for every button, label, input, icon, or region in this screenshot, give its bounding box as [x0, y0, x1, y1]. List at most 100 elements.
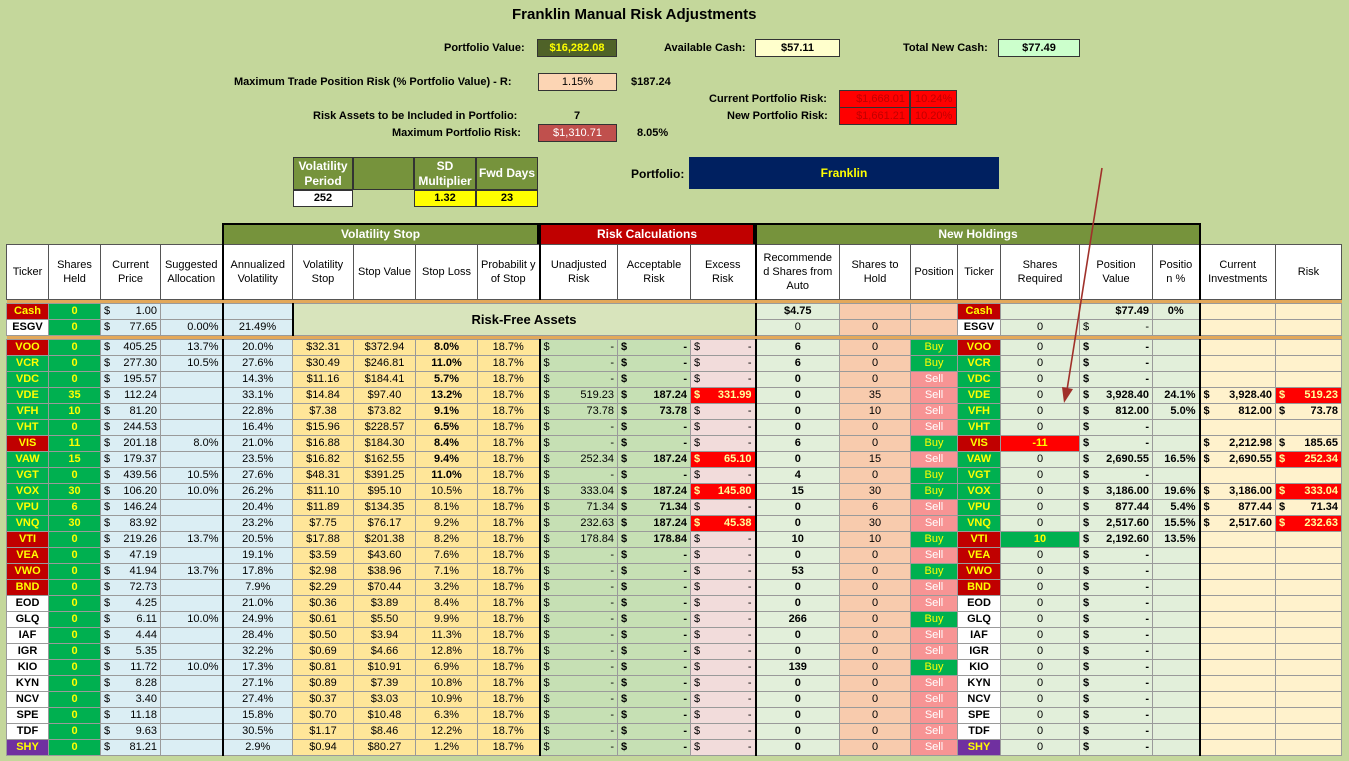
position-cell[interactable] — [910, 303, 958, 320]
allocation-cell[interactable] — [160, 403, 223, 420]
ticker-cell[interactable]: KIO — [6, 659, 49, 676]
price-cell[interactable]: $11.72 — [100, 659, 161, 676]
shares-to-hold-cell[interactable]: 0 — [839, 659, 911, 676]
table-row[interactable]: TDF 0 $9.63 30.5% $1.17 $8.46 12.2% 18.7% $ - $ - $ -… — [6, 723, 1342, 740]
allocation-cell[interactable] — [160, 419, 223, 436]
ticker-cell[interactable]: TDF — [6, 723, 49, 740]
shares-required-cell[interactable]: 0 — [1000, 707, 1080, 724]
shares-to-hold-cell[interactable]: 0 — [839, 371, 911, 388]
shares-to-hold-cell[interactable]: 0 — [839, 339, 911, 356]
ticker-cell[interactable]: VAW — [6, 451, 49, 468]
allocation-cell[interactable]: 10.5% — [160, 355, 223, 372]
allocation-cell[interactable] — [160, 707, 223, 724]
position-cell[interactable]: Buy — [910, 563, 958, 580]
shares-held-cell[interactable]: 0 — [48, 547, 101, 564]
position-cell[interactable]: Buy — [910, 483, 958, 500]
ticker-cell[interactable]: IAF — [6, 627, 49, 644]
shares-to-hold-cell[interactable]: 30 — [839, 483, 911, 500]
table-row[interactable]: IGR 0 $5.35 32.2% $0.69 $4.66 12.8% 18.7% $ - $ - $ -… — [6, 643, 1342, 660]
allocation-cell[interactable]: 8.0% — [160, 435, 223, 452]
shares-to-hold-cell[interactable]: 0 — [839, 419, 911, 436]
allocation-cell[interactable]: 13.7% — [160, 531, 223, 548]
price-cell[interactable]: $277.30 — [100, 355, 161, 372]
price-cell[interactable]: $47.19 — [100, 547, 161, 564]
shares-held-cell[interactable]: 0 — [48, 303, 101, 320]
allocation-cell[interactable] — [160, 739, 223, 756]
shares-to-hold-cell[interactable]: 0 — [839, 643, 911, 660]
position-cell[interactable]: Sell — [910, 643, 958, 660]
allocation-cell[interactable] — [160, 643, 223, 660]
col-shares-held[interactable]: Shares Held — [48, 244, 101, 300]
shares-held-cell[interactable]: 0 — [48, 339, 101, 356]
position-cell[interactable]: Sell — [910, 499, 958, 516]
sd-multiplier-field[interactable]: 1.32 — [414, 190, 476, 207]
shares-required-cell[interactable]: 0 — [1000, 595, 1080, 612]
price-cell[interactable]: $405.25 — [100, 339, 161, 356]
position-cell[interactable]: Buy — [910, 339, 958, 356]
allocation-cell[interactable] — [160, 579, 223, 596]
shares-held-cell[interactable]: 0 — [48, 531, 101, 548]
shares-held-cell[interactable]: 0 — [48, 611, 101, 628]
price-cell[interactable]: $3.40 — [100, 691, 161, 708]
col-stop-value[interactable]: Stop Value — [353, 244, 416, 300]
ticker-cell[interactable]: Cash — [6, 303, 49, 320]
shares-held-cell[interactable]: 0 — [48, 563, 101, 580]
position-cell[interactable]: Sell — [910, 515, 958, 532]
table-row[interactable]: VAW 15 $179.37 23.5% $16.82 $162.55 9.4% 18.7% $… — [6, 451, 1342, 468]
shares-to-hold-cell[interactable]: 0 — [839, 707, 911, 724]
position-cell[interactable]: Buy — [910, 355, 958, 372]
shares-held-cell[interactable]: 0 — [48, 419, 101, 436]
shares-required-cell[interactable]: 0 — [1000, 515, 1080, 532]
shares-to-hold-cell[interactable]: 0 — [839, 435, 911, 452]
price-cell[interactable]: $439.56 — [100, 467, 161, 484]
shares-held-cell[interactable]: 0 — [48, 371, 101, 388]
ticker-cell[interactable]: GLQ — [6, 611, 49, 628]
ticker-cell[interactable]: VGT — [6, 467, 49, 484]
table-row[interactable]: VFH 10 $81.20 22.8% $7.38 $73.82 9.1% 18.7% $73.… — [6, 403, 1342, 420]
position-cell[interactable]: Buy — [910, 435, 958, 452]
shares-required-cell[interactable]: 0 — [1000, 739, 1080, 756]
ticker-cell[interactable]: VOO — [6, 339, 49, 356]
allocation-cell[interactable] — [160, 371, 223, 388]
shares-to-hold-cell[interactable]: 10 — [839, 403, 911, 420]
shares-to-hold-cell[interactable]: 0 — [839, 319, 911, 336]
allocation-cell[interactable] — [160, 499, 223, 516]
position-cell[interactable]: Sell — [910, 707, 958, 724]
allocation-cell[interactable]: 10.5% — [160, 467, 223, 484]
vol-period-field[interactable]: 252 — [293, 190, 353, 207]
shares-held-cell[interactable]: 15 — [48, 451, 101, 468]
portfolio-value-field[interactable]: $16,282.08 — [537, 39, 617, 57]
price-cell[interactable]: $146.24 — [100, 499, 161, 516]
table-row[interactable]: VNQ 30 $83.92 23.2% $7.75 $76.17 9.2% 18.7% $232… — [6, 515, 1342, 532]
allocation-cell[interactable] — [160, 303, 223, 320]
price-cell[interactable]: $41.94 — [100, 563, 161, 580]
col-suggested-allocation[interactable]: Suggested Allocation — [160, 244, 223, 300]
price-cell[interactable]: $4.25 — [100, 595, 161, 612]
position-cell[interactable]: Buy — [910, 531, 958, 548]
allocation-cell[interactable]: 10.0% — [160, 611, 223, 628]
col-excess-risk[interactable]: Excess Risk — [690, 244, 756, 300]
shares-held-cell[interactable]: 0 — [48, 319, 101, 336]
position-cell[interactable] — [910, 319, 958, 336]
allocation-cell[interactable] — [160, 451, 223, 468]
price-cell[interactable]: $5.35 — [100, 643, 161, 660]
shares-required-cell[interactable]: 0 — [1000, 451, 1080, 468]
shares-required-cell[interactable]: 0 — [1000, 659, 1080, 676]
shares-to-hold-cell[interactable]: 15 — [839, 451, 911, 468]
available-cash-field[interactable]: $57.11 — [755, 39, 840, 57]
shares-held-cell[interactable]: 30 — [48, 515, 101, 532]
allocation-cell[interactable] — [160, 595, 223, 612]
col-ticker-2[interactable]: Ticker — [957, 244, 1001, 300]
shares-required-cell[interactable]: 0 — [1000, 627, 1080, 644]
allocation-cell[interactable]: 10.0% — [160, 483, 223, 500]
price-cell[interactable]: $81.20 — [100, 403, 161, 420]
ticker-cell[interactable]: NCV — [6, 691, 49, 708]
shares-required-cell[interactable]: 0 — [1000, 499, 1080, 516]
allocation-cell[interactable] — [160, 627, 223, 644]
shares-required-cell[interactable]: 0 — [1000, 483, 1080, 500]
price-cell[interactable]: $106.20 — [100, 483, 161, 500]
shares-held-cell[interactable]: 0 — [48, 627, 101, 644]
ticker-cell[interactable]: VWO — [6, 563, 49, 580]
price-cell[interactable]: $1.00 — [100, 303, 161, 320]
position-cell[interactable]: Sell — [910, 387, 958, 404]
